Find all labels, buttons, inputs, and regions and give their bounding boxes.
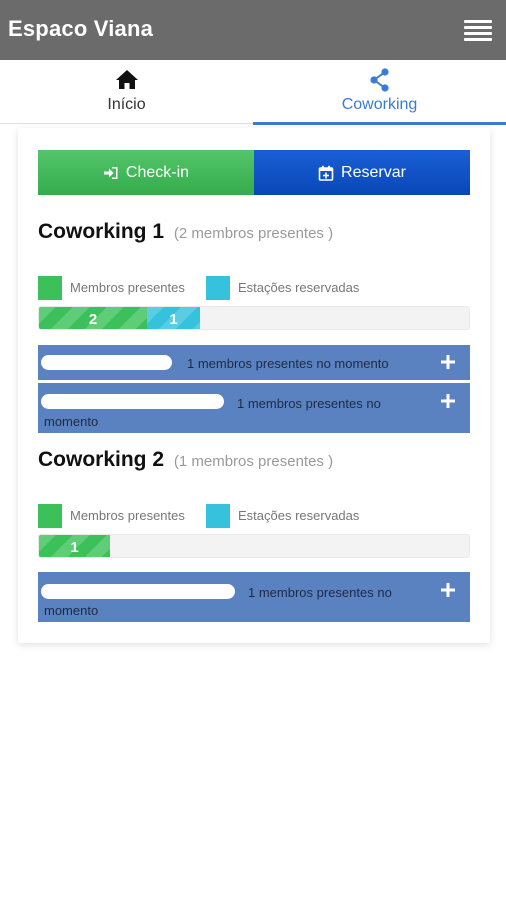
member-status-text: 1 membros presentes no xyxy=(248,585,392,600)
present-segment: 2 xyxy=(39,307,147,329)
space-title: Coworking 2 (1 membros presentes ) xyxy=(38,448,333,472)
home-icon xyxy=(115,70,138,89)
space-coworking-2: Coworking 2 (1 membros presentes ) Membr… xyxy=(38,448,470,623)
plus-icon[interactable] xyxy=(440,354,456,370)
plus-icon[interactable] xyxy=(440,393,456,409)
legend-present-label: Membros presentes xyxy=(70,280,185,295)
check-in-label: Check-in xyxy=(125,163,190,181)
occupancy-bar: 1 xyxy=(38,534,470,558)
legend-reserved-swatch xyxy=(206,276,230,300)
active-tab-indicator xyxy=(253,122,506,125)
space-subtitle: (2 membros presentes ) xyxy=(173,225,334,242)
member-status-text-cont: momento xyxy=(44,603,99,618)
tab-coworking-label: Coworking xyxy=(341,96,418,113)
occupancy-bar: 2 1 xyxy=(38,306,470,330)
space-name: Coworking 2 xyxy=(38,448,165,471)
legend-present-swatch xyxy=(38,504,62,528)
space-name: Coworking 1 xyxy=(38,220,165,243)
coworking-card: Check-in Reservar Coworking 1 (2 membros… xyxy=(18,128,490,643)
legend-present-swatch xyxy=(38,276,62,300)
legend-reserved-label: Estações reservadas xyxy=(238,280,360,295)
member-status-text: 1 membros presentes no momento xyxy=(187,356,389,371)
tab-bar: Início Coworking xyxy=(0,60,506,125)
member-name-placeholder xyxy=(41,584,235,599)
member-status-text-cont: momento xyxy=(44,414,99,429)
reservar-label: Reservar xyxy=(341,163,406,181)
calendar-plus-icon xyxy=(318,165,334,181)
hamburger-menu-icon[interactable] xyxy=(464,20,492,42)
app-bar: Espaco Viana xyxy=(0,0,506,60)
legend-reserved-swatch xyxy=(206,504,230,528)
share-icon xyxy=(369,68,389,92)
member-name-placeholder xyxy=(41,355,172,370)
present-segment: 1 xyxy=(39,535,110,557)
tab-inicio[interactable]: Início xyxy=(0,60,253,124)
space-coworking-1: Coworking 1 (2 membros presentes ) Membr… xyxy=(38,220,470,435)
occupancy-legend: Membros presentes Estações reservadas xyxy=(38,276,470,300)
member-row[interactable]: 1 membros presentes no momento xyxy=(38,383,470,433)
legend-present-label: Membros presentes xyxy=(70,508,185,523)
member-name-placeholder xyxy=(41,394,224,409)
legend-reserved-label: Estações reservadas xyxy=(238,508,360,523)
member-row[interactable]: 1 membros presentes no momento xyxy=(38,345,470,380)
check-in-button[interactable]: Check-in xyxy=(38,150,254,195)
sign-in-icon xyxy=(103,166,118,179)
space-title: Coworking 1 (2 membros presentes ) xyxy=(38,220,333,244)
app-title: Espaco Viana xyxy=(8,16,154,41)
reservar-button[interactable]: Reservar xyxy=(254,150,470,195)
reserved-segment: 1 xyxy=(147,307,200,329)
action-buttons: Check-in Reservar xyxy=(38,150,470,195)
occupancy-legend: Membros presentes Estações reservadas xyxy=(38,504,470,528)
member-row[interactable]: 1 membros presentes no momento xyxy=(38,572,470,622)
tab-coworking[interactable]: Coworking xyxy=(253,60,506,125)
tab-inicio-label: Início xyxy=(107,96,146,113)
member-status-text: 1 membros presentes no xyxy=(237,396,381,411)
plus-icon[interactable] xyxy=(440,582,456,598)
space-subtitle: (1 membros presentes ) xyxy=(173,453,334,470)
